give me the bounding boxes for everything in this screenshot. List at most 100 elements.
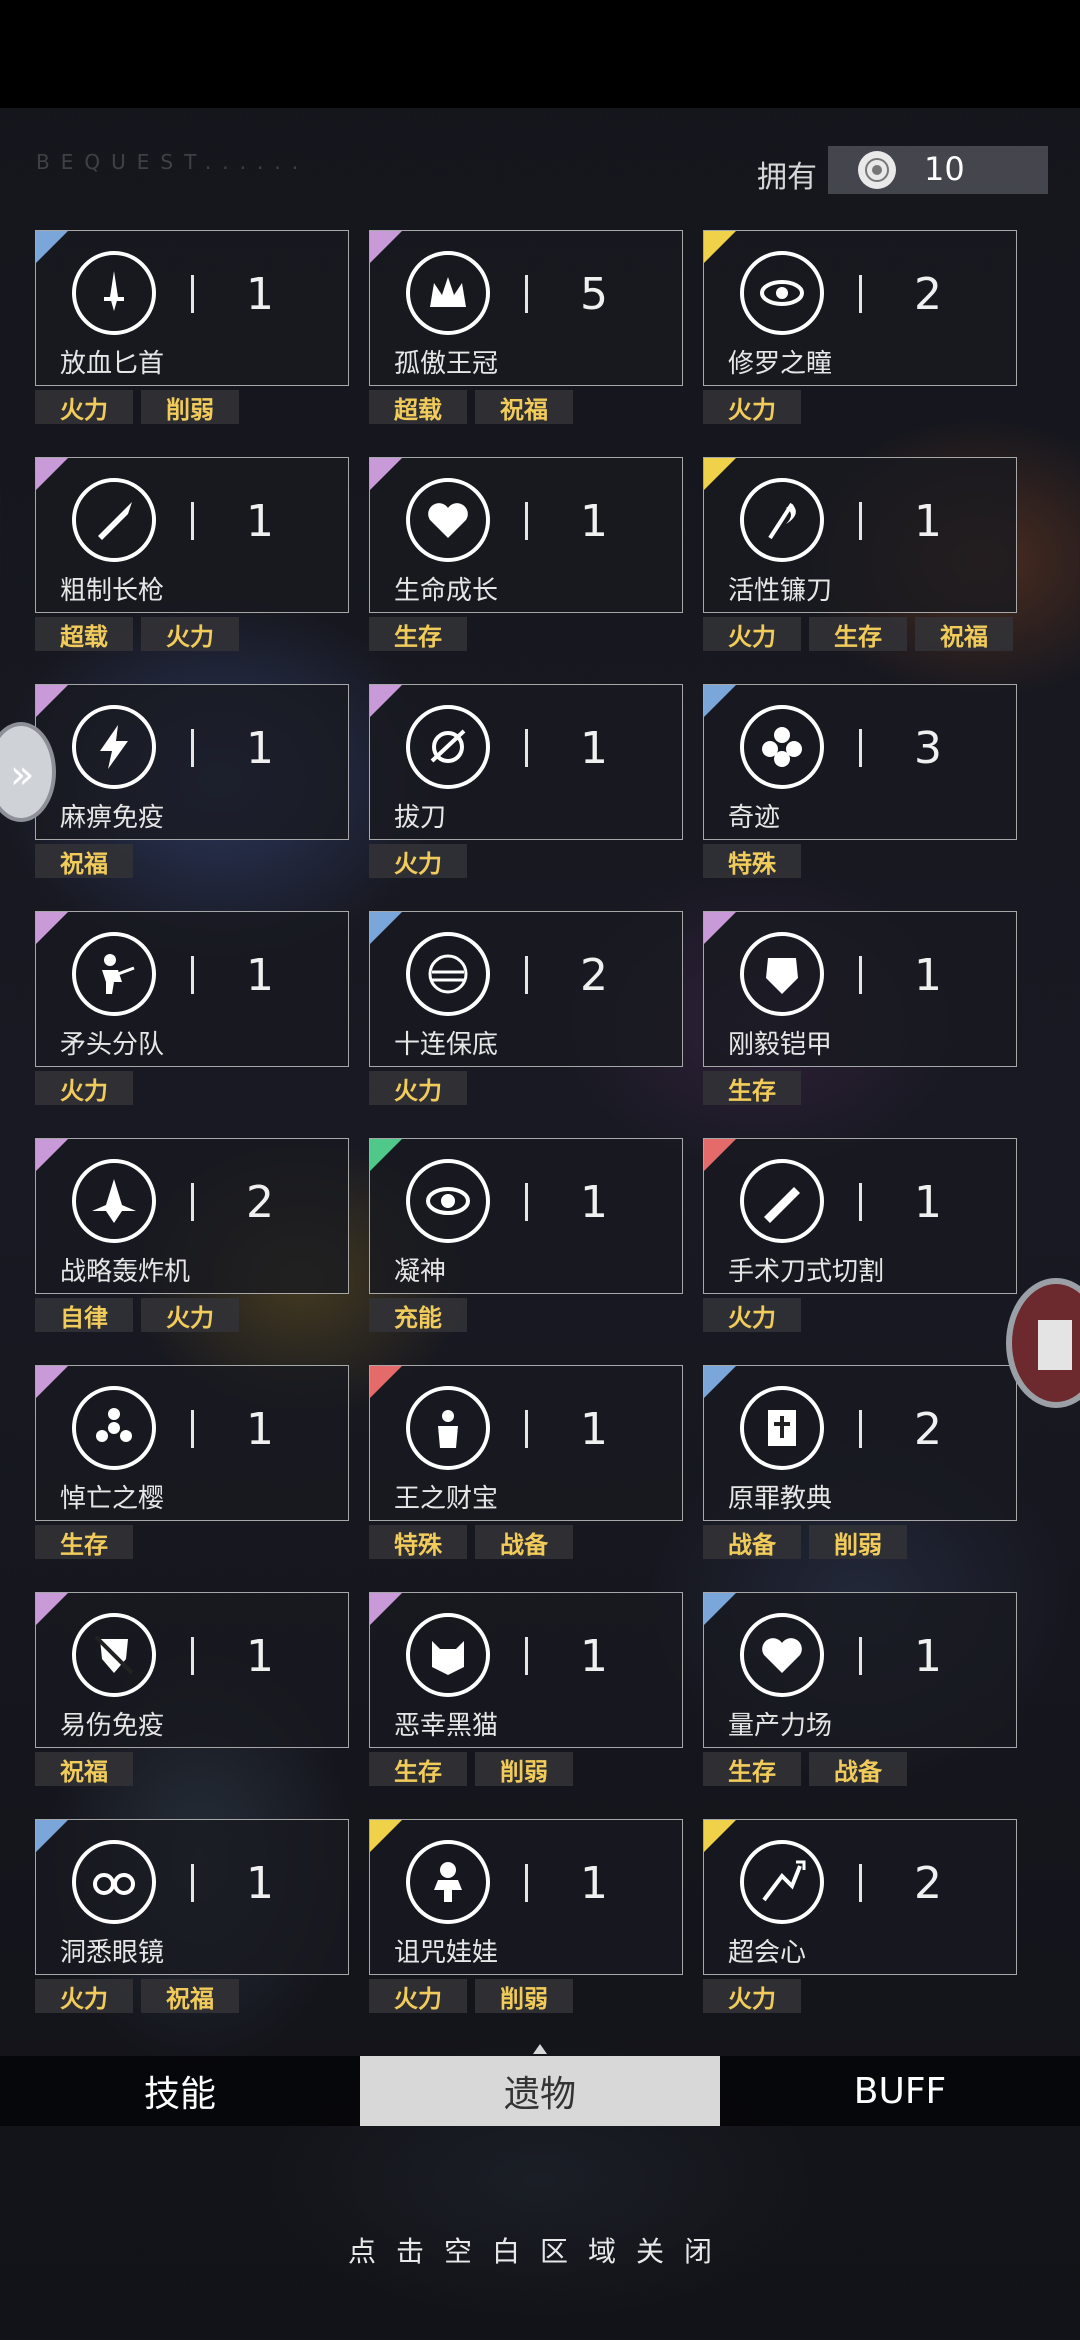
owned-value: 10 xyxy=(924,150,965,188)
relic-count: 1 xyxy=(914,1631,942,1682)
rarity-marker xyxy=(370,1366,402,1398)
separator xyxy=(191,956,194,994)
relic-tags: 自律 火力 xyxy=(35,1298,239,1332)
relic-tag: 祝福 xyxy=(141,1979,239,2013)
relic-tags: 祝福 xyxy=(35,1752,133,1786)
rarity-marker xyxy=(36,1366,68,1398)
dagger-icon xyxy=(72,251,156,335)
rarity-marker xyxy=(704,231,736,263)
armor-icon xyxy=(740,932,824,1016)
relic-card[interactable]: 1 易伤免疫 xyxy=(35,1592,349,1748)
tab-relics[interactable]: 遗物 xyxy=(360,2056,720,2126)
relic-card[interactable]: 1 量产力场 xyxy=(703,1592,1017,1748)
flower-icon xyxy=(740,705,824,789)
separator xyxy=(859,1410,862,1448)
separator xyxy=(525,1637,528,1675)
relic-card[interactable]: 1 凝神 xyxy=(369,1138,683,1294)
relic-name: 诅咒娃娃 xyxy=(394,1938,499,1968)
relic-tag: 特殊 xyxy=(703,844,801,878)
separator xyxy=(525,729,528,767)
relic-tag: 火力 xyxy=(141,617,239,651)
relic-tags: 超载 祝福 xyxy=(369,390,573,424)
relic-card[interactable]: 1 矛头分队 xyxy=(35,911,349,1067)
relic-count: 1 xyxy=(246,1858,274,1909)
relic-card[interactable]: 2 超会心 xyxy=(703,1819,1017,1975)
relic-name: 生命成长 xyxy=(394,576,499,606)
relic-count: 1 xyxy=(580,1177,608,1228)
separator xyxy=(859,956,862,994)
relic-tag: 祝福 xyxy=(35,1752,133,1786)
relic-card[interactable]: 1 生命成长 xyxy=(369,457,683,613)
separator xyxy=(859,275,862,313)
separator xyxy=(859,1637,862,1675)
relic-card[interactable]: 1 粗制长枪 xyxy=(35,457,349,613)
relic-name: 凝神 xyxy=(394,1257,447,1287)
relic-count: 1 xyxy=(246,950,274,1001)
tab-skills[interactable]: 技能 xyxy=(0,2056,360,2126)
relic-tags: 火力 xyxy=(369,844,467,878)
treasure-icon xyxy=(406,1386,490,1470)
relic-card[interactable]: 1 刚毅铠甲 xyxy=(703,911,1017,1067)
relic-tags: 火力 xyxy=(35,1071,133,1105)
relic-tags: 特殊 xyxy=(703,844,801,878)
relic-card[interactable]: 5 孤傲王冠 xyxy=(369,230,683,386)
relic-card[interactable]: 1 手术刀式切割 xyxy=(703,1138,1017,1294)
tab-buff[interactable]: BUFF xyxy=(720,2056,1080,2126)
separator xyxy=(525,956,528,994)
tab-bar: 技能 遗物 BUFF xyxy=(0,2056,1080,2126)
relic-card[interactable]: 3 奇迹 xyxy=(703,684,1017,840)
relic-name: 手术刀式切割 xyxy=(728,1257,885,1287)
relic-card[interactable]: 1 放血匕首 xyxy=(35,230,349,386)
relic-card[interactable]: 1 王之财宝 xyxy=(369,1365,683,1521)
black-cat-icon xyxy=(406,1613,490,1697)
separator xyxy=(191,1864,194,1902)
relic-name: 拔刀 xyxy=(394,803,447,833)
relic-tag: 生存 xyxy=(369,1752,467,1786)
relic-name: 易伤免疫 xyxy=(60,1711,165,1741)
crit-up-icon xyxy=(740,1840,824,1924)
relic-count: 1 xyxy=(246,723,274,774)
relic-name: 奇迹 xyxy=(728,803,781,833)
relic-count: 2 xyxy=(914,1858,942,1909)
relic-card[interactable]: 2 修罗之瞳 xyxy=(703,230,1017,386)
rarity-marker xyxy=(36,912,68,944)
relic-tags: 火力 xyxy=(369,1071,467,1105)
lightning-icon xyxy=(72,705,156,789)
relic-card[interactable]: 2 战略轰炸机 xyxy=(35,1138,349,1294)
relic-count: 1 xyxy=(246,1404,274,1455)
relic-card[interactable]: 1 洞悉眼镜 xyxy=(35,1819,349,1975)
relic-tags: 火力 xyxy=(703,1298,801,1332)
relic-card[interactable]: 1 拔刀 xyxy=(369,684,683,840)
relic-tag: 战备 xyxy=(703,1525,801,1559)
close-hint[interactable]: 点击空白区域关闭 xyxy=(0,2230,1080,2270)
separator xyxy=(191,729,194,767)
relic-count: 1 xyxy=(580,723,608,774)
relic-count: 3 xyxy=(914,723,942,774)
rarity-marker xyxy=(704,458,736,490)
relic-card[interactable]: 1 诅咒娃娃 xyxy=(369,1819,683,1975)
owned-label: 拥有 xyxy=(757,160,817,195)
sakura-icon xyxy=(72,1386,156,1470)
relic-tag: 火力 xyxy=(35,1071,133,1105)
relic-tag: 火力 xyxy=(703,1298,801,1332)
side-menu-button[interactable] xyxy=(1006,1278,1080,1408)
relic-count: 1 xyxy=(580,1404,608,1455)
ten-pull-icon xyxy=(406,932,490,1016)
relic-tags: 火力 削弱 xyxy=(369,1979,573,2013)
relic-card[interactable]: 1 恶幸黑猫 xyxy=(369,1592,683,1748)
book-icon xyxy=(1038,1320,1072,1370)
relic-name: 原罪教典 xyxy=(728,1484,833,1514)
relic-tag: 生存 xyxy=(35,1525,133,1559)
section-label: BEQUEST...... xyxy=(36,150,310,174)
relic-card[interactable]: 2 十连保底 xyxy=(369,911,683,1067)
relic-card[interactable]: 1 活性镰刀 xyxy=(703,457,1017,613)
relic-card[interactable]: 1 麻痹免疫 xyxy=(35,684,349,840)
relic-card[interactable]: 1 悼亡之樱 xyxy=(35,1365,349,1521)
voodoo-doll-icon xyxy=(406,1840,490,1924)
rarity-marker xyxy=(370,912,402,944)
relic-count: 1 xyxy=(580,1858,608,1909)
relic-card[interactable]: 2 原罪教典 xyxy=(703,1365,1017,1521)
separator xyxy=(859,729,862,767)
relic-tag: 生存 xyxy=(369,617,467,651)
relic-tag: 自律 xyxy=(35,1298,133,1332)
